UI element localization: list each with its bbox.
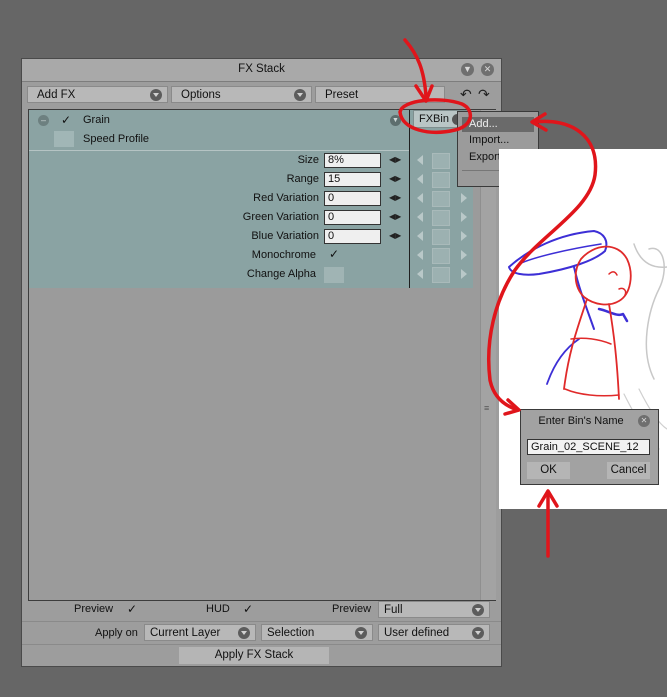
annotation-curve <box>486 119 598 412</box>
annotation-overlay <box>398 38 598 558</box>
annotation-circle-fxbin <box>398 98 472 134</box>
